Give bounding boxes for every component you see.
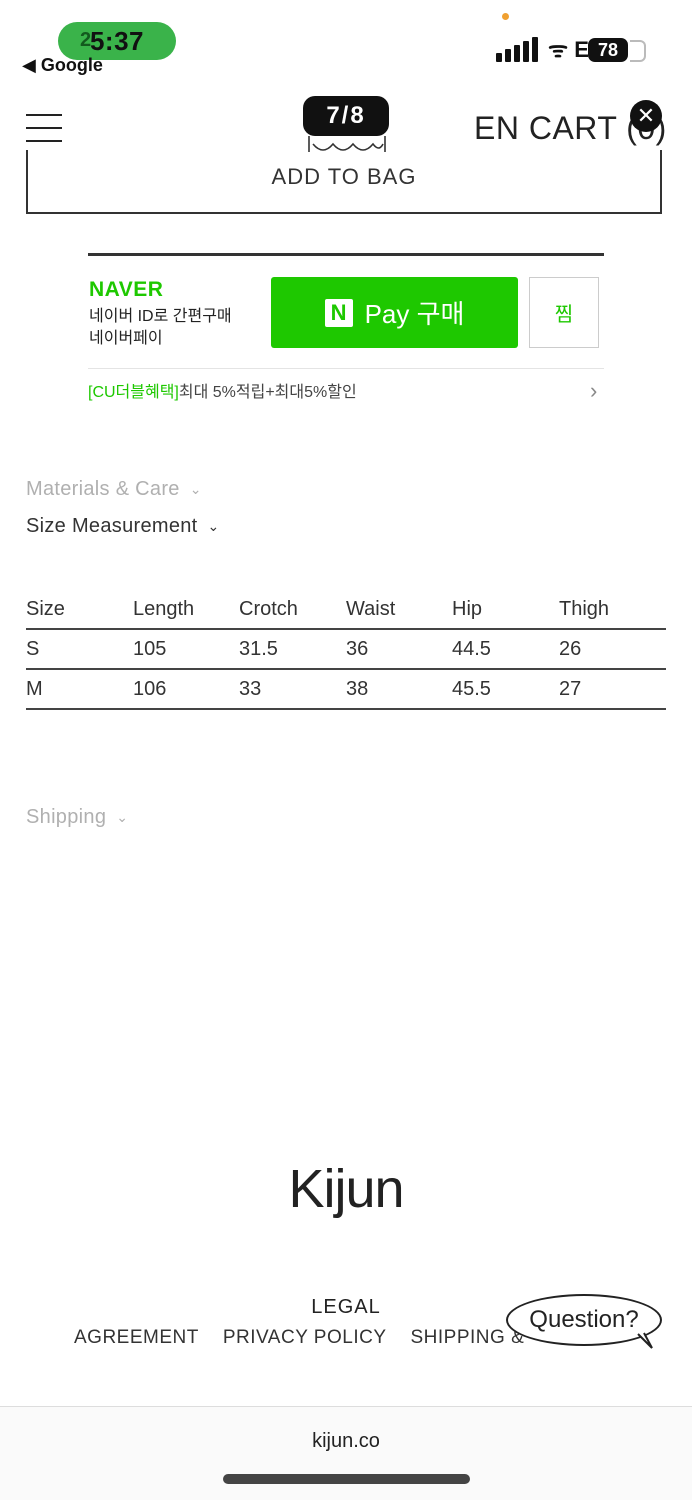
address-bar[interactable]: kijun.co bbox=[0, 1430, 692, 1453]
image-counter-badge: 7/8 bbox=[303, 96, 389, 136]
wifi-icon: ᯤ E bbox=[548, 37, 589, 62]
browser-toolbar-divider bbox=[0, 1406, 692, 1407]
footer-brand-logo[interactable]: Kijun bbox=[0, 1158, 692, 1220]
battery-cap-icon bbox=[630, 40, 646, 62]
table-cell: S bbox=[26, 637, 40, 660]
cellular-signal-icon bbox=[496, 36, 542, 62]
table-cell: 31.5 bbox=[239, 637, 278, 660]
size-measurement-table: Size Length Crotch Waist Hip Thigh S 105… bbox=[26, 590, 666, 710]
naver-desc-line2: 네이버페이 bbox=[89, 330, 163, 347]
naver-pay-description: 네이버 ID로 간편구매 네이버페이 bbox=[89, 306, 232, 350]
table-row: S 105 31.5 36 44.5 26 bbox=[26, 629, 666, 669]
naver-desc-line1: 네이버 ID로 간편구매 bbox=[89, 308, 232, 325]
table-cell: 45.5 bbox=[452, 677, 491, 700]
table-cell: 38 bbox=[346, 677, 369, 700]
table-cell: 36 bbox=[346, 637, 369, 660]
naver-n-icon: N bbox=[324, 298, 353, 327]
agreement-link[interactable]: AGREEMENT bbox=[74, 1327, 199, 1348]
column-header: Waist bbox=[346, 597, 396, 620]
benefit-tag: [CU더블혜택] bbox=[88, 384, 179, 401]
table-cell: 106 bbox=[133, 677, 167, 700]
close-icon[interactable]: ✕ bbox=[630, 100, 662, 132]
shipping-link[interactable]: SHIPPING & bbox=[411, 1327, 525, 1348]
table-cell: 33 bbox=[239, 677, 262, 700]
shipping-label: Shipping bbox=[26, 806, 107, 828]
materials-care-toggle[interactable]: Materials & Care ⌄ bbox=[26, 478, 202, 501]
size-measurement-toggle[interactable]: Size Measurement ⌄ bbox=[26, 515, 220, 538]
column-header: Crotch bbox=[239, 597, 298, 620]
naver-pay-separator bbox=[88, 368, 604, 369]
naver-pay-benefit-link[interactable]: [CU더블혜택]최대 5%적립+최대5%할인 bbox=[88, 378, 357, 402]
menu-icon[interactable] bbox=[26, 112, 62, 144]
naver-pay-divider bbox=[88, 253, 604, 256]
back-to-google-link[interactable]: ◀ Google bbox=[22, 55, 103, 76]
table-cell: 26 bbox=[559, 637, 582, 660]
table-cell: 27 bbox=[559, 677, 582, 700]
column-header: Thigh bbox=[559, 597, 610, 620]
naver-logo: NAVER bbox=[89, 278, 164, 301]
materials-care-label: Materials & Care bbox=[26, 478, 180, 500]
naver-pay-buy-button[interactable]: N Pay 구매 bbox=[271, 277, 518, 348]
chevron-down-icon: ⌄ bbox=[116, 809, 129, 826]
naver-pay-label: Pay 구매 bbox=[364, 299, 465, 329]
chevron-right-icon[interactable]: › bbox=[590, 378, 597, 404]
column-header: Length bbox=[133, 597, 195, 620]
table-cell: 44.5 bbox=[452, 637, 491, 660]
table-header-row: Size Length Crotch Waist Hip Thigh bbox=[26, 590, 666, 629]
shipping-toggle[interactable]: Shipping ⌄ bbox=[26, 806, 128, 829]
battery-icon: 78 bbox=[588, 38, 628, 62]
privacy-indicator-dot bbox=[502, 13, 509, 20]
column-header: Size bbox=[26, 597, 65, 620]
chevron-down-icon: ⌄ bbox=[189, 481, 202, 498]
add-to-bag-button[interactable]: ADD TO BAG bbox=[26, 150, 662, 214]
privacy-policy-link[interactable]: PRIVACY POLICY bbox=[223, 1327, 387, 1348]
wishlist-button[interactable]: 찜 bbox=[529, 277, 599, 348]
chevron-down-icon: ⌄ bbox=[207, 518, 220, 535]
table-row: M 106 33 38 45.5 27 bbox=[26, 669, 666, 709]
size-measurement-label: Size Measurement bbox=[26, 515, 198, 537]
table-cell: 105 bbox=[133, 637, 167, 660]
benefit-text: 최대 5%적립+최대5%할인 bbox=[178, 384, 357, 401]
table-cell: M bbox=[26, 677, 43, 700]
time-label: 5:37 bbox=[89, 25, 145, 56]
legal-links: AGREEMENT PRIVACY POLICY SHIPPING & bbox=[74, 1327, 548, 1349]
speech-tail-icon bbox=[637, 1332, 653, 1349]
home-indicator[interactable] bbox=[223, 1474, 470, 1484]
add-to-bag-label: ADD TO BAG bbox=[271, 164, 417, 189]
column-header: Hip bbox=[452, 597, 483, 620]
browser-toolbar bbox=[0, 1407, 692, 1500]
